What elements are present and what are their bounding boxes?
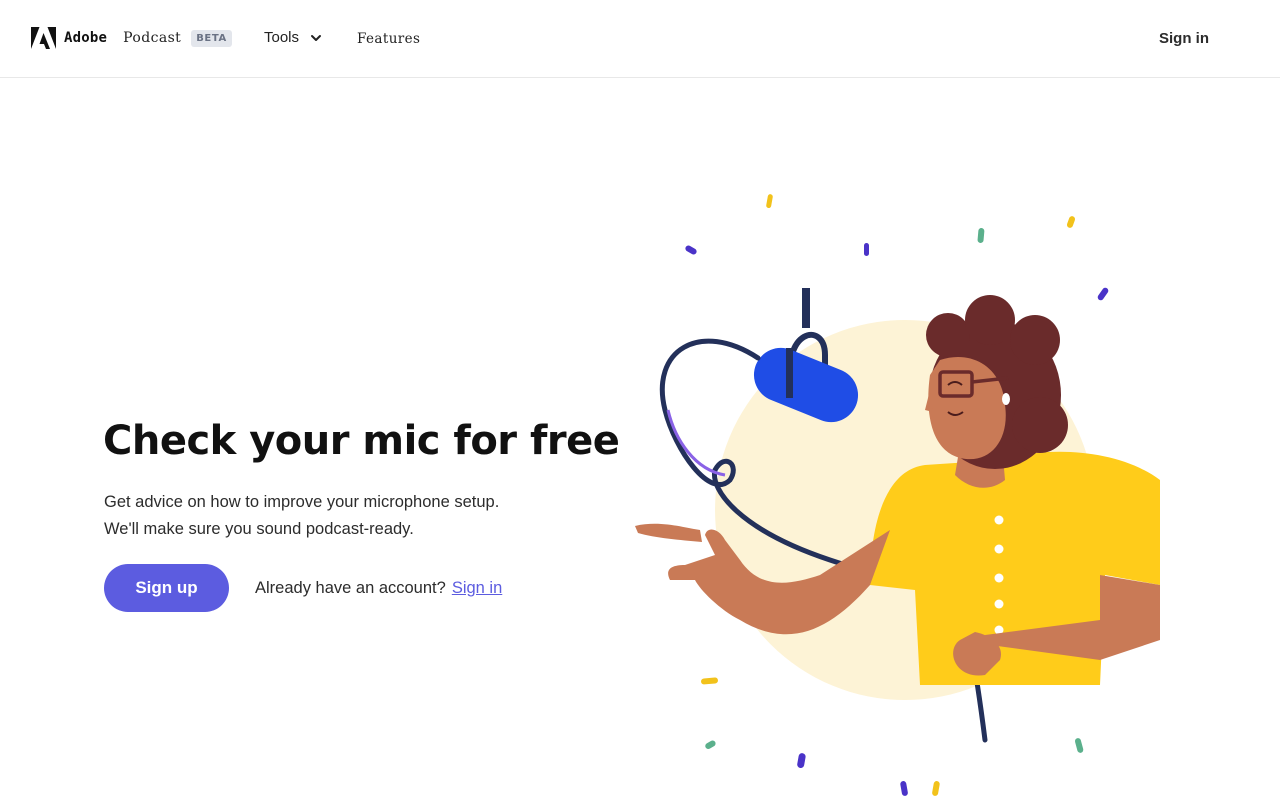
page: Adobe Podcast BETA Tools Features Sign i… <box>0 0 1280 800</box>
sign-up-button[interactable]: Sign up <box>104 564 229 612</box>
chevron-down-icon <box>311 34 322 41</box>
tools-label: Tools <box>264 29 300 46</box>
brand-logo-link[interactable]: Adobe Podcast BETA <box>31 27 232 49</box>
podcaster-illustration <box>635 194 1160 796</box>
hero-description-line: We'll make sure you sound podcast-ready. <box>104 520 414 538</box>
account-prompt: Already have an account? <box>255 578 446 597</box>
brand-name: Adobe <box>64 30 108 46</box>
adobe-logo-icon <box>31 27 56 49</box>
cta-row: Sign up Already have an account? Sign in <box>104 564 502 612</box>
tools-menu-button[interactable]: Tools <box>264 29 322 46</box>
features-link[interactable]: Features <box>357 31 420 47</box>
beta-badge: BETA <box>191 29 232 47</box>
product-name: Podcast <box>123 30 182 46</box>
top-navigation-bar: Adobe Podcast BETA Tools Features Sign i… <box>0 0 1280 78</box>
header-sign-in-link[interactable]: Sign in <box>1159 30 1209 47</box>
hero-description-line: Get advice on how to improve your microp… <box>104 493 500 511</box>
hero-title: Check your mic for free <box>103 418 620 464</box>
hero-description: Get advice on how to improve your microp… <box>104 489 499 543</box>
account-sign-in-link[interactable]: Sign in <box>452 579 502 598</box>
person-head <box>925 295 1068 469</box>
